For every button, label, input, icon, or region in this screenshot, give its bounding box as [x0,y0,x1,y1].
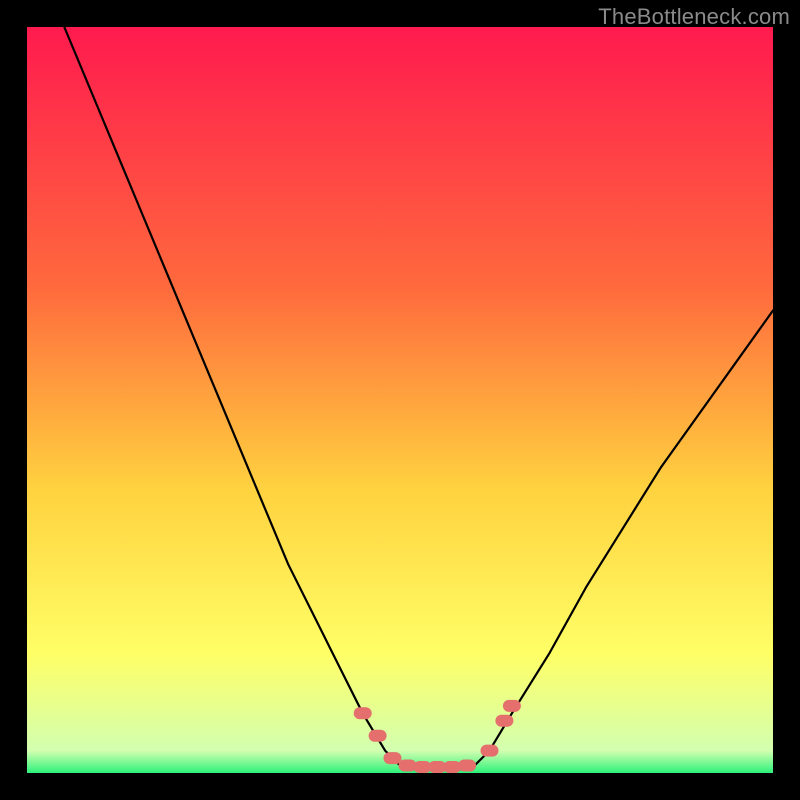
curve-marker [369,730,387,742]
curve-marker [481,745,499,757]
curve-marker [354,707,372,719]
curve-marker [503,700,521,712]
outer-frame: TheBottleneck.com [0,0,800,800]
chart-svg [27,27,773,773]
curve-marker [458,760,476,772]
plot-area [27,27,773,773]
curve-marker [495,715,513,727]
gradient-background [27,27,773,773]
curve-marker [384,752,402,764]
watermark-text: TheBottleneck.com [598,4,790,30]
